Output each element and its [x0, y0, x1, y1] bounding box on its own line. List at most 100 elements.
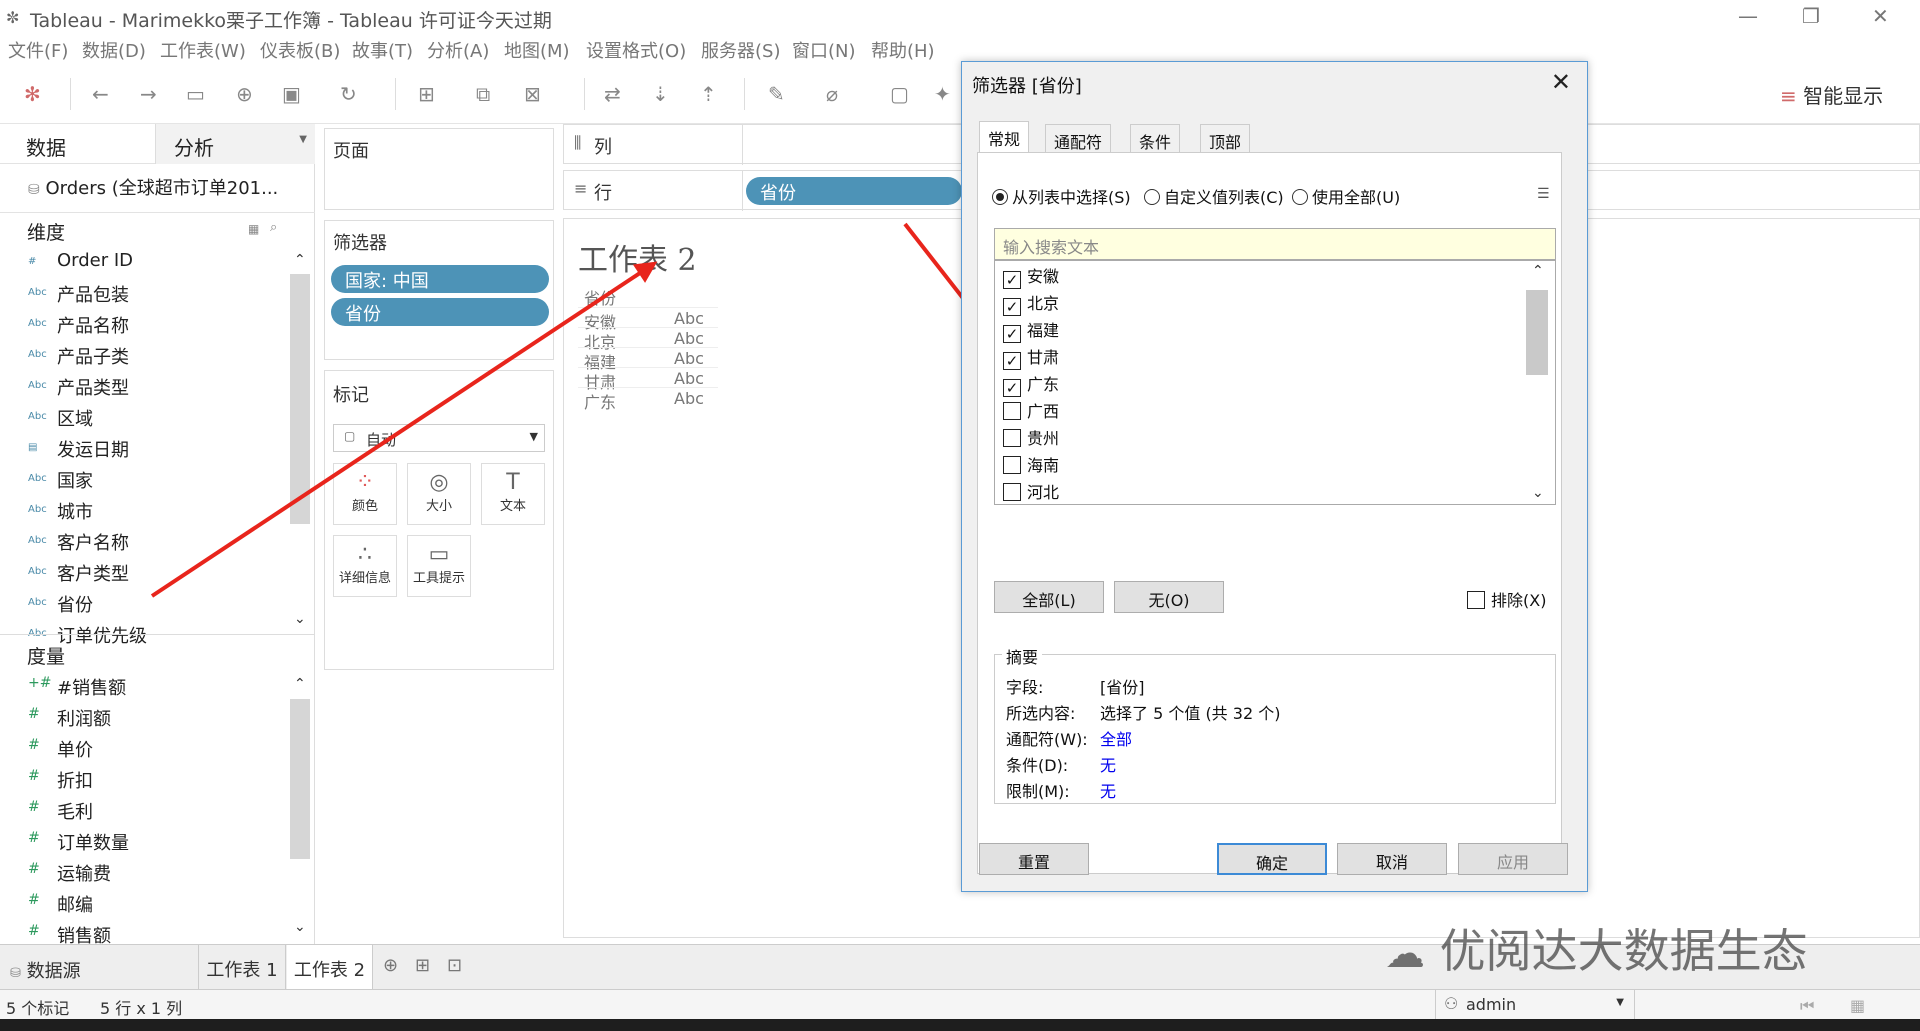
minimize-button[interactable]: —: [1738, 4, 1758, 28]
menu-worksheet[interactable]: 工作表(W): [160, 37, 246, 63]
filter-pill-country[interactable]: 国家: 中国: [331, 265, 549, 293]
list-item[interactable]: 河北: [1003, 479, 1059, 504]
scroll-up-icon[interactable]: ⌃: [294, 252, 306, 268]
reset-button[interactable]: 重置: [979, 843, 1089, 875]
datasource-tab[interactable]: ⛁ 数据源: [10, 957, 81, 983]
datasource-item[interactable]: ⛁ Orders (全球超市订单201...: [28, 174, 278, 200]
menu-story[interactable]: 故事(T): [352, 37, 413, 63]
menu-help[interactable]: 帮助(H): [871, 37, 935, 63]
dimension-field[interactable]: Abc 区域: [0, 403, 290, 433]
checkbox-unchecked[interactable]: [1003, 429, 1021, 447]
dimensions-scrollbar[interactable]: [290, 274, 310, 524]
dimension-field[interactable]: Abc 国家: [0, 465, 290, 495]
clear-sheet-icon[interactable]: ⊠: [524, 82, 541, 106]
measure-field[interactable]: # 邮编: [0, 889, 290, 919]
sort-ascending-icon[interactable]: ⇣: [652, 82, 669, 106]
tab-general[interactable]: 常规: [979, 121, 1030, 153]
exclude-checkbox[interactable]: 排除(X): [1467, 587, 1546, 611]
list-item[interactable]: 海南: [1003, 452, 1059, 479]
filters-card[interactable]: 筛选器 国家: 中国 省份: [324, 220, 554, 360]
measure-field[interactable]: # 折扣: [0, 765, 290, 795]
duplicate-sheet-icon[interactable]: ⧉: [476, 82, 490, 106]
table-row[interactable]: 广东 Abc: [578, 387, 718, 412]
pin-icon[interactable]: ✦: [934, 82, 951, 106]
user-menu[interactable]: ⚇ admin ▼: [1435, 990, 1635, 1020]
scroll-down-icon[interactable]: ⌄: [1532, 485, 1544, 501]
tab-wildcard[interactable]: 通配符: [1045, 124, 1112, 152]
close-window-button[interactable]: ✕: [1872, 4, 1889, 28]
list-item[interactable]: ✓ 安徽: [1003, 263, 1059, 290]
radio-use-all[interactable]: 使用全部(U): [1292, 184, 1400, 208]
swap-rows-columns-icon[interactable]: ⇄: [604, 82, 621, 106]
tab-sheet-2[interactable]: 工作表 2: [287, 945, 373, 990]
table-row[interactable]: 北京 Abc: [578, 327, 718, 352]
scroll-up-icon[interactable]: ⌃: [294, 676, 306, 692]
measures-scrollbar[interactable]: [290, 699, 310, 859]
filter-pill-province[interactable]: 省份: [331, 298, 549, 326]
cancel-button[interactable]: 取消: [1337, 843, 1447, 875]
radio-select-from-list[interactable]: 从列表中选择(S): [992, 184, 1131, 208]
color-button[interactable]: ⁘ 颜色: [333, 463, 397, 525]
menu-file[interactable]: 文件(F): [8, 37, 68, 63]
rows-pill-province[interactable]: 省份: [746, 177, 962, 205]
show-me-button[interactable]: ≡ 智能显示: [1780, 80, 1883, 109]
list-options-icon[interactable]: ☰: [1537, 186, 1550, 202]
detail-button[interactable]: ∴ 详细信息: [333, 535, 397, 597]
menu-format[interactable]: 设置格式(O): [586, 37, 686, 63]
tab-data[interactable]: 数据: [26, 132, 66, 161]
tab-sheet-1[interactable]: 工作表 1: [198, 945, 286, 990]
size-button[interactable]: ◎ 大小: [407, 463, 471, 525]
view-toggle-icon[interactable]: ▦: [248, 222, 259, 236]
checkbox-unchecked[interactable]: [1003, 483, 1021, 501]
scroll-up-icon[interactable]: ⌃: [1532, 263, 1544, 279]
checkbox-unchecked[interactable]: [1003, 456, 1021, 474]
menu-window[interactable]: 窗口(N): [792, 37, 856, 63]
menu-map[interactable]: 地图(M): [504, 37, 570, 63]
checkbox-checked[interactable]: ✓: [1003, 379, 1021, 397]
highlight-icon[interactable]: ✎: [768, 82, 785, 106]
new-story-icon[interactable]: ⊡: [447, 955, 462, 976]
dimension-field[interactable]: Abc 省份: [0, 589, 290, 619]
dimension-field[interactable]: Abc 产品子类: [0, 341, 290, 371]
refresh-icon[interactable]: ↻: [340, 82, 357, 106]
table-row[interactable]: 安徽 Abc: [578, 307, 718, 332]
group-icon[interactable]: ⌀: [826, 82, 838, 106]
dimension-field[interactable]: Abc 产品包装: [0, 279, 290, 309]
checkbox-checked[interactable]: ✓: [1003, 325, 1021, 343]
redo-icon[interactable]: →: [140, 82, 157, 106]
select-none-button[interactable]: 无(O): [1114, 581, 1224, 613]
dimension-field[interactable]: Abc 产品名称: [0, 310, 290, 340]
tooltip-button[interactable]: ▭ 工具提示: [407, 535, 471, 597]
checkbox-checked[interactable]: ✓: [1003, 298, 1021, 316]
new-worksheet-icon[interactable]: ⊞: [418, 82, 435, 106]
list-scrollbar[interactable]: [1526, 290, 1548, 375]
dimension-field[interactable]: Abc 城市: [0, 496, 290, 526]
measure-field[interactable]: # 单价: [0, 734, 290, 764]
radio-custom-list[interactable]: 自定义值列表(C): [1144, 184, 1284, 208]
measure-field[interactable]: # 订单数量: [0, 827, 290, 857]
tab-top[interactable]: 顶部: [1200, 124, 1251, 152]
select-all-button[interactable]: 全部(L): [994, 581, 1104, 613]
mark-type-dropdown[interactable]: ▢ 自动 ▼: [333, 424, 545, 452]
checkbox-checked[interactable]: ✓: [1003, 271, 1021, 289]
close-icon[interactable]: ✕: [1551, 68, 1571, 96]
list-item[interactable]: ✓ 甘肃: [1003, 344, 1059, 371]
list-item[interactable]: 贵州: [1003, 425, 1059, 452]
sort-descending-icon[interactable]: ⇡: [700, 82, 717, 106]
new-datasource-icon[interactable]: ⊕: [236, 82, 253, 106]
dimension-field[interactable]: # Order ID: [0, 248, 290, 278]
undo-icon[interactable]: ←: [92, 82, 109, 106]
measure-field[interactable]: # 利润额: [0, 703, 290, 733]
search-input[interactable]: 输入搜索文本: [994, 228, 1556, 260]
list-item[interactable]: 广西: [1003, 398, 1059, 425]
menu-server[interactable]: 服务器(S): [701, 37, 780, 63]
labels-icon[interactable]: ▢: [890, 82, 909, 106]
table-row[interactable]: 甘肃 Abc: [578, 367, 718, 392]
pages-card[interactable]: 页面: [324, 128, 554, 210]
checkbox-checked[interactable]: ✓: [1003, 352, 1021, 370]
tab-condition[interactable]: 条件: [1130, 124, 1181, 152]
scroll-down-icon[interactable]: ⌄: [294, 919, 306, 935]
measure-field[interactable]: # 销售额: [0, 920, 290, 944]
apply-button[interactable]: 应用: [1458, 843, 1568, 875]
dimension-field[interactable]: Abc 客户类型: [0, 558, 290, 588]
